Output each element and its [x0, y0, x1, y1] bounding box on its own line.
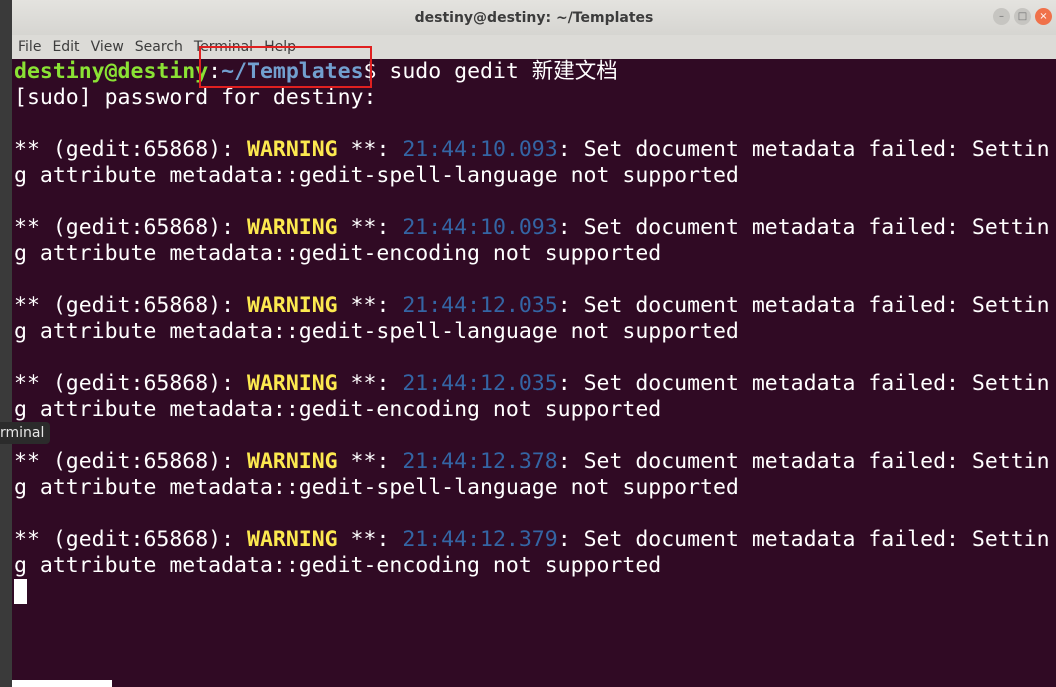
warning-mid: **:	[337, 215, 403, 240]
warning-mid: **:	[337, 293, 403, 318]
menu-view[interactable]: View	[91, 39, 124, 55]
warning-level: WARNING	[247, 215, 338, 240]
warning-prefix: ** (gedit:65868):	[14, 137, 247, 162]
warning-mid: **:	[337, 137, 403, 162]
warning-message: : Set document metadata failed: Settin	[557, 137, 1050, 162]
prompt-line: destiny@destiny:~/Templates$ sudo gedit …	[14, 59, 1056, 85]
sudo-password-line: [sudo] password for destiny:	[14, 85, 377, 110]
bottom-edge	[12, 680, 112, 687]
warning-level: WARNING	[247, 449, 338, 474]
warning-line: ** (gedit:65868): WARNING **: 21:44:12.0…	[14, 371, 1056, 397]
warning-continuation: g attribute metadata::gedit-encoding not…	[14, 397, 662, 422]
menu-bar: File Edit View Search Terminal Help	[12, 35, 1056, 59]
warning-level: WARNING	[247, 293, 338, 318]
warning-line: ** (gedit:65868): WARNING **: 21:44:10.0…	[14, 137, 1056, 163]
warning-prefix: ** (gedit:65868):	[14, 293, 247, 318]
warning-continuation: g attribute metadata::gedit-spell-langua…	[14, 319, 739, 344]
warning-message: : Set document metadata failed: Settin	[557, 449, 1050, 474]
warning-mid: **:	[337, 527, 403, 552]
warning-line: ** (gedit:65868): WARNING **: 21:44:12.3…	[14, 449, 1056, 475]
warning-message: : Set document metadata failed: Settin	[557, 371, 1050, 396]
warning-level: WARNING	[247, 527, 338, 552]
warning-continuation: g attribute metadata::gedit-encoding not…	[14, 241, 662, 266]
warning-mid: **:	[337, 449, 403, 474]
warning-timestamp: 21:44:12.035	[402, 371, 558, 396]
warning-continuation: g attribute metadata::gedit-spell-langua…	[14, 163, 739, 188]
prompt-user-host: destiny@destiny	[14, 59, 209, 84]
warning-continuation: g attribute metadata::gedit-spell-langua…	[14, 475, 739, 500]
menu-edit[interactable]: Edit	[52, 39, 79, 55]
warning-prefix: ** (gedit:65868):	[14, 449, 247, 474]
warning-continuation: g attribute metadata::gedit-encoding not…	[14, 553, 662, 578]
terminal-tooltip: rminal	[0, 422, 51, 444]
text-cursor	[14, 579, 27, 604]
terminal-output[interactable]: destiny@destiny:~/Templates$ sudo gedit …	[12, 59, 1056, 687]
warning-prefix: ** (gedit:65868):	[14, 215, 247, 240]
prompt-command: sudo gedit 新建文档	[376, 59, 618, 84]
cursor-line	[14, 579, 1056, 605]
warning-timestamp: 21:44:12.378	[402, 449, 558, 474]
warning-timestamp: 21:44:12.379	[402, 527, 558, 552]
terminal-window[interactable]: destiny@destiny: ~/Templates – □ × File …	[12, 0, 1056, 687]
window-title: destiny@destiny: ~/Templates	[414, 10, 654, 26]
warning-message: : Set document metadata failed: Settin	[557, 293, 1050, 318]
warning-line: ** (gedit:65868): WARNING **: 21:44:12.0…	[14, 293, 1056, 319]
warning-prefix: ** (gedit:65868):	[14, 527, 247, 552]
warning-timestamp: 21:44:12.035	[402, 293, 558, 318]
warning-message: : Set document metadata failed: Settin	[557, 215, 1050, 240]
warning-line: ** (gedit:65868): WARNING **: 21:44:10.0…	[14, 215, 1056, 241]
warning-line: ** (gedit:65868): WARNING **: 21:44:12.3…	[14, 527, 1056, 553]
minimize-button[interactable]: –	[993, 8, 1010, 25]
warning-mid: **:	[337, 371, 403, 396]
menu-search[interactable]: Search	[135, 39, 183, 55]
warning-message: : Set document metadata failed: Settin	[557, 527, 1050, 552]
warning-level: WARNING	[247, 371, 338, 396]
warning-timestamp: 21:44:10.093	[402, 137, 558, 162]
menu-file[interactable]: File	[18, 39, 41, 55]
warning-prefix: ** (gedit:65868):	[14, 371, 247, 396]
title-bar[interactable]: destiny@destiny: ~/Templates – □ ×	[12, 0, 1056, 35]
maximize-button[interactable]: □	[1014, 8, 1031, 25]
warning-level: WARNING	[247, 137, 338, 162]
warning-timestamp: 21:44:10.093	[402, 215, 558, 240]
highlight-box	[199, 46, 372, 88]
close-button[interactable]: ×	[1035, 8, 1052, 25]
